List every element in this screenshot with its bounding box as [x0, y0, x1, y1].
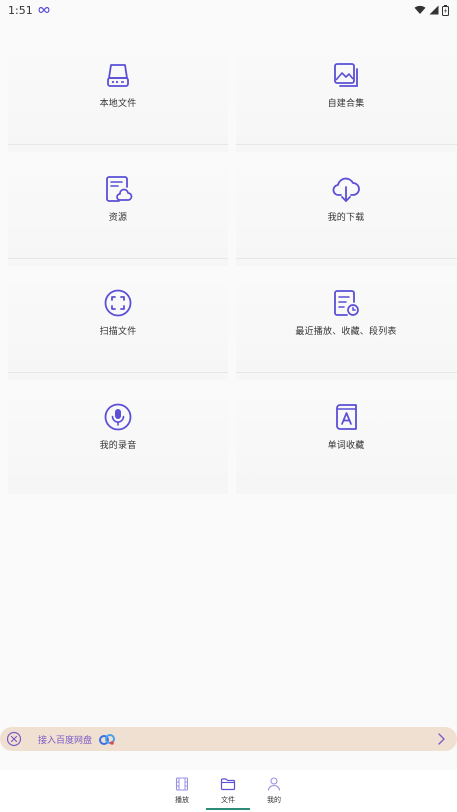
image-collection-icon [334, 63, 358, 87]
scan-icon [104, 289, 132, 317]
grid-item-recent-favorites-lists[interactable]: 最近播放、收藏、段列表 [236, 266, 456, 380]
grid-item-scan-files[interactable]: 扫描文件 [8, 266, 228, 380]
nav-tab-label: 文件 [221, 796, 235, 804]
status-left: 1:51 [8, 4, 50, 17]
word-book-icon [336, 404, 357, 430]
status-right [414, 4, 449, 16]
grid-item-my-downloads[interactable]: 我的下载 [236, 152, 456, 266]
signal-icon [429, 5, 439, 15]
nav-tab-label: 播放 [175, 796, 189, 804]
person-icon [267, 777, 281, 791]
grid-item-label: 我的录音 [99, 441, 137, 451]
grid-item-label: 扫描文件 [99, 327, 137, 337]
grid-item-local-files[interactable]: 本地文件 [8, 38, 228, 152]
film-icon [175, 777, 189, 791]
chevron-right-icon[interactable] [435, 732, 447, 746]
hard-drive-icon [107, 64, 129, 87]
baidu-netdisk-banner[interactable]: 接入百度网盘 [0, 727, 457, 751]
microphone-icon [104, 403, 132, 431]
grid-item-label: 我的下载 [327, 213, 365, 223]
infinity-icon [38, 6, 50, 14]
grid-item-label: 资源 [108, 213, 128, 223]
grid-item-word-favorites[interactable]: 单词收藏 [236, 380, 456, 494]
row-divider [8, 372, 228, 373]
grid-item-label: 本地文件 [99, 99, 137, 109]
cloud-document-icon [106, 176, 133, 202]
grid-item-my-recordings[interactable]: 我的录音 [8, 380, 228, 494]
row-divider [8, 258, 228, 259]
nav-tab-files[interactable]: 文件 [206, 776, 250, 805]
row-divider [8, 144, 228, 145]
close-circle-icon[interactable] [6, 731, 22, 747]
bottom-nav: 播放 文件 我的 [0, 770, 457, 812]
grid-item-label: 单词收藏 [327, 441, 365, 451]
status-time: 1:51 [8, 3, 33, 17]
baidu-netdisk-logo-icon [99, 734, 116, 745]
nav-tab-label: 我的 [267, 796, 281, 804]
grid-item-resources[interactable]: 资源 [8, 152, 228, 266]
status-bar: 1:51 [0, 0, 457, 20]
banner-text: 接入百度网盘 [38, 735, 93, 746]
active-tab-indicator [206, 808, 250, 810]
grid-item-label: 自建合集 [327, 99, 365, 109]
wifi-icon [414, 5, 426, 14]
grid-item-custom-collection[interactable]: 自建合集 [236, 38, 456, 152]
row-divider [236, 372, 457, 373]
row-divider [236, 144, 457, 145]
row-divider [236, 258, 457, 259]
grid-item-label: 最近播放、收藏、段列表 [295, 327, 397, 337]
nav-tab-me[interactable]: 我的 [252, 776, 296, 805]
folder-icon [220, 778, 236, 791]
nav-tab-play[interactable]: 播放 [160, 776, 204, 805]
file-entry-grid: 本地文件 自建合集 资源 我的下载 扫描文件 最近播放、收藏、段列表 我的录音 … [0, 20, 457, 580]
battery-icon [442, 4, 449, 16]
recent-list-icon [334, 290, 359, 316]
cloud-download-icon [332, 177, 360, 202]
